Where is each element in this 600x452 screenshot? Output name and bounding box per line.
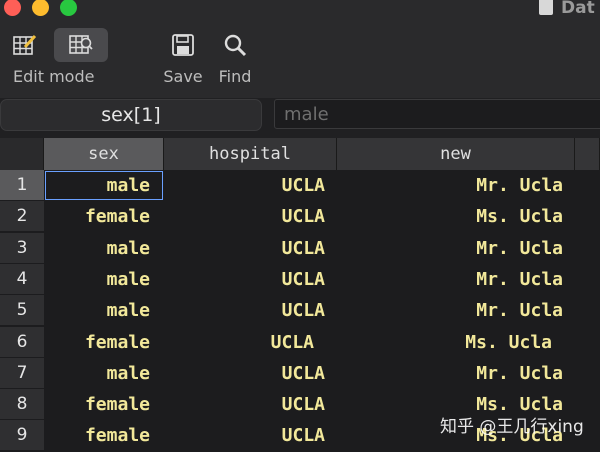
cell-new[interactable]: Mr. Ucla <box>337 170 563 201</box>
find-button[interactable]: Find <box>212 28 258 86</box>
table-row: 5 male UCLA Mr. Ucla <box>0 295 600 327</box>
cell-reference-field[interactable]: sex[1] <box>0 99 262 131</box>
column-header-hospital[interactable]: hospital <box>164 138 337 170</box>
cell-value-input[interactable]: male <box>274 99 600 129</box>
cell-hospital[interactable]: UCLA <box>164 201 325 232</box>
minimize-window-button[interactable] <box>32 0 49 16</box>
cell-new[interactable]: Mr. Ucla <box>337 264 563 295</box>
row-number[interactable]: 5 <box>0 295 44 327</box>
formula-bar: sex[1] male <box>0 98 600 138</box>
edit-mode-icon <box>13 34 37 55</box>
cell-sex[interactable]: male <box>44 170 150 201</box>
table-row: 6 female UCLA Ms. Ucla <box>0 326 600 358</box>
column-header-sex[interactable]: sex <box>44 138 164 170</box>
cell-new[interactable]: Mr. Ucla <box>337 295 563 326</box>
cell-hospital[interactable]: UCLA <box>164 420 325 451</box>
save-button[interactable]: Save <box>160 28 206 86</box>
title-toolbar: Dat Edit mode Save Find <box>0 0 600 98</box>
cell-hospital[interactable]: UCLA <box>164 358 325 389</box>
row-number[interactable]: 9 <box>0 420 44 452</box>
cell-hospital[interactable]: UCLA <box>164 327 314 358</box>
cell-sex[interactable]: female <box>44 389 150 420</box>
column-header-empty[interactable] <box>575 138 600 170</box>
cell-hospital[interactable]: UCLA <box>164 389 325 420</box>
row-number[interactable]: 2 <box>0 201 44 233</box>
document-icon <box>539 0 553 15</box>
cell-hospital[interactable]: UCLA <box>164 233 325 264</box>
cell-hospital[interactable]: UCLA <box>164 295 325 326</box>
cell-sex[interactable]: male <box>44 233 150 264</box>
edit-mode-label: Edit mode <box>13 67 95 86</box>
cell-sex[interactable]: female <box>44 420 150 451</box>
cell-sex[interactable]: male <box>44 358 150 389</box>
close-window-button[interactable] <box>4 0 21 16</box>
row-number[interactable]: 6 <box>0 326 44 358</box>
zoom-window-button[interactable] <box>60 0 77 16</box>
save-icon <box>172 34 194 56</box>
window-title: Dat <box>539 0 595 18</box>
watermark: 知乎 @王几行xing <box>440 417 584 437</box>
cell-sex[interactable]: male <box>44 295 150 326</box>
table-row: 1 male UCLA Mr. Ucla <box>0 170 600 201</box>
data-grid: sex hospital new 1 male UCLA Mr. Ucla 2 femal… <box>0 138 600 452</box>
window-title-text: Dat <box>561 0 595 18</box>
find-label: Find <box>218 67 252 86</box>
search-icon <box>224 34 247 57</box>
cell-new[interactable]: Mr. Ucla <box>337 358 563 389</box>
table-row: 3 male UCLA Mr. Ucla <box>0 232 600 264</box>
row-number[interactable]: 7 <box>0 357 44 389</box>
table-row: 4 male UCLA Mr. Ucla <box>0 263 600 295</box>
edit-mode-button[interactable]: Edit mode <box>0 28 106 86</box>
cell-new[interactable]: Mr. Ucla <box>337 233 563 264</box>
column-header-new[interactable]: new <box>337 138 575 170</box>
cell-sex[interactable]: male <box>44 264 150 295</box>
cell-sex[interactable]: female <box>44 327 150 358</box>
table-row: 2 female UCLA Ms. Ucla <box>0 201 600 233</box>
save-label: Save <box>163 67 203 86</box>
corner-cell[interactable] <box>0 138 44 170</box>
row-number[interactable]: 8 <box>0 389 44 421</box>
row-number[interactable]: 4 <box>0 263 44 295</box>
cell-new[interactable]: Ms. Ucla <box>337 201 563 232</box>
cell-sex[interactable]: female <box>44 201 150 232</box>
column-header-row: sex hospital new <box>0 138 600 170</box>
row-number[interactable]: 3 <box>0 232 44 264</box>
row-number[interactable]: 1 <box>0 170 44 201</box>
cell-hospital[interactable]: UCLA <box>164 170 325 201</box>
cell-hospital[interactable]: UCLA <box>164 264 325 295</box>
cell-new[interactable]: Ms. Ucla <box>337 327 552 358</box>
table-row: 7 male UCLA Mr. Ucla <box>0 357 600 389</box>
